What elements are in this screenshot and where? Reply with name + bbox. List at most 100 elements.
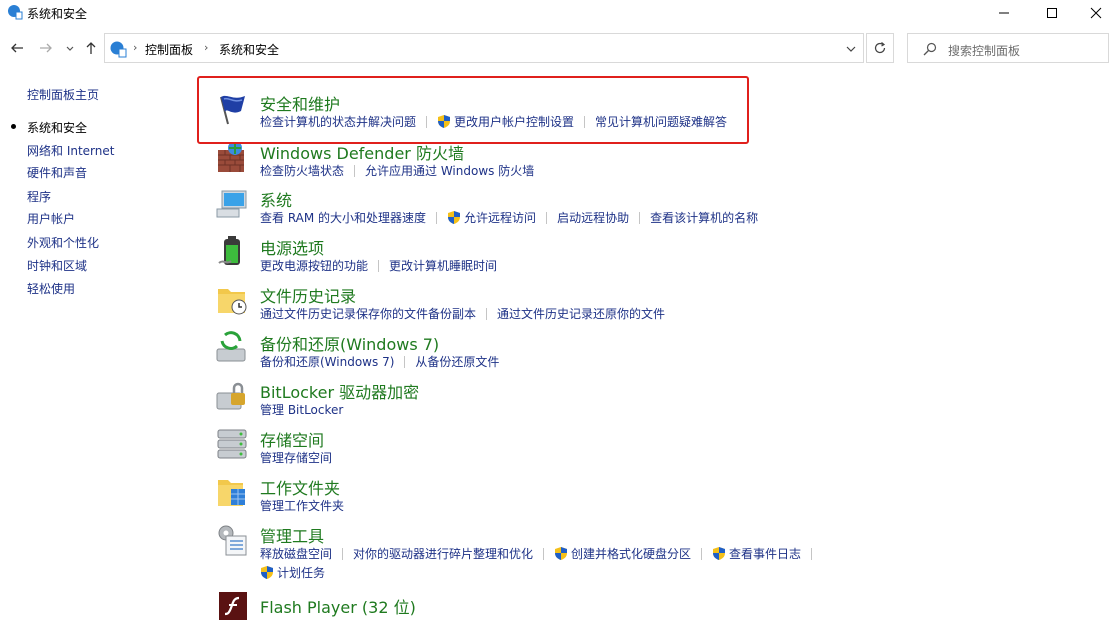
category-title[interactable]: Flash Player (32 位) xyxy=(260,594,416,618)
divider xyxy=(811,547,813,560)
address-bar[interactable]: › 控制面板 › 系统和安全 xyxy=(104,33,864,63)
chevron-right-icon: › xyxy=(133,41,138,54)
backup-restore-w7-link[interactable]: 备份和还原(Windows 7) xyxy=(260,353,394,370)
category-links: 管理存储空间 xyxy=(260,449,332,466)
category-title[interactable]: 备份和还原(Windows 7) xyxy=(260,331,439,355)
breadcrumb-system-security[interactable]: 系统和安全 xyxy=(219,41,279,58)
link-label: 计划任务 xyxy=(277,566,326,580)
nav-item-hardware-sound[interactable]: 硬件和声音 xyxy=(27,164,87,181)
allow-remote-access-link[interactable]: 允许远程访问 xyxy=(447,209,536,226)
nav-item-ease-of-access[interactable]: 轻松使用 xyxy=(27,280,75,297)
category-links: 通过文件历史记录保存你的文件备份副本 通过文件历史记录还原你的文件 xyxy=(260,305,665,322)
category-links: 管理 BitLocker xyxy=(260,401,343,418)
breadcrumb-control-panel[interactable]: 控制面板 xyxy=(145,41,193,58)
divider xyxy=(378,259,380,272)
title-bar: 系统和安全 xyxy=(0,0,1116,26)
category-title[interactable]: 电源选项 xyxy=(260,235,324,259)
window-title: 系统和安全 xyxy=(27,7,88,21)
manage-storage-spaces-link[interactable]: 管理存储空间 xyxy=(260,449,332,466)
divider xyxy=(404,355,406,368)
link-label: 允许远程访问 xyxy=(464,211,537,225)
close-icon xyxy=(1090,7,1102,19)
category-links-row2: 计划任务 xyxy=(260,564,325,581)
search-placeholder: 搜索控制面板 xyxy=(948,44,1021,58)
change-power-button-link[interactable]: 更改电源按钮的功能 xyxy=(260,257,368,274)
view-ram-processor-link[interactable]: 查看 RAM 的大小和处理器速度 xyxy=(260,209,426,226)
search-box[interactable]: 搜索控制面板 xyxy=(907,33,1109,63)
category-links: 查看 RAM 的大小和处理器速度 允许远程访问 启动远程协助 查看该计算机的名称 xyxy=(260,209,758,226)
defragment-drives-link[interactable]: 对你的驱动器进行碎片整理和优化 xyxy=(353,545,533,562)
up-button[interactable] xyxy=(81,38,101,58)
back-button[interactable] xyxy=(7,38,27,58)
maximize-button[interactable] xyxy=(1029,0,1075,26)
category-title[interactable]: 管理工具 xyxy=(260,523,324,547)
free-disk-space-link[interactable]: 释放磁盘空间 xyxy=(260,545,332,562)
uac-shield-icon xyxy=(438,115,451,128)
chevron-down-icon[interactable] xyxy=(843,41,859,57)
change-uac-settings-link[interactable]: 更改用户帐户控制设置 xyxy=(437,113,574,130)
minimize-button[interactable] xyxy=(981,0,1027,26)
nav-item-clock-region[interactable]: 时钟和区域 xyxy=(27,257,87,274)
control-panel-home-link[interactable]: 控制面板主页 xyxy=(27,86,99,103)
refresh-button[interactable] xyxy=(866,33,894,63)
backup-icon xyxy=(216,331,246,362)
search-icon xyxy=(923,42,937,56)
category-links: 检查计算机的状态并解决问题 更改用户帐户控制设置 常见计算机问题疑难解答 xyxy=(260,113,727,130)
save-backup-copies-link[interactable]: 通过文件历史记录保存你的文件备份副本 xyxy=(260,305,476,322)
up-arrow-icon xyxy=(86,42,96,54)
nav-item-appearance[interactable]: 外观和个性化 xyxy=(27,234,99,251)
check-firewall-status-link[interactable]: 检查防火墙状态 xyxy=(260,162,344,179)
category-title[interactable]: 文件历史记录 xyxy=(260,283,356,307)
launch-remote-assistance-link[interactable]: 启动远程协助 xyxy=(557,209,629,226)
divider xyxy=(436,211,438,224)
computer-icon xyxy=(216,190,247,218)
refresh-icon xyxy=(874,42,886,54)
category-title[interactable]: 存储空间 xyxy=(260,427,324,451)
category-title[interactable]: 系统 xyxy=(260,187,292,211)
file-history-icon xyxy=(218,289,247,315)
restore-from-backup-link[interactable]: 从备份还原文件 xyxy=(415,353,499,370)
chevron-right-icon[interactable]: › xyxy=(204,41,208,54)
allow-app-through-firewall-link[interactable]: 允许应用通过 Windows 防火墙 xyxy=(365,162,534,179)
category-links: 管理工作文件夹 xyxy=(260,497,344,514)
bitlocker-icon xyxy=(216,382,245,410)
schedule-tasks-link[interactable]: 计划任务 xyxy=(260,564,325,581)
view-computer-name-link[interactable]: 查看该计算机的名称 xyxy=(650,209,758,226)
uac-shield-icon xyxy=(448,211,461,224)
nav-item-user-accounts[interactable]: 用户帐户 xyxy=(27,210,75,227)
category-title[interactable]: 工作文件夹 xyxy=(260,475,340,499)
category-links: 更改电源按钮的功能 更改计算机睡眠时间 xyxy=(260,257,497,274)
uac-shield-icon xyxy=(713,547,726,560)
change-sleep-time-link[interactable]: 更改计算机睡眠时间 xyxy=(389,257,497,274)
work-folders-icon xyxy=(218,480,245,506)
create-format-partitions-link[interactable]: 创建并格式化硬盘分区 xyxy=(554,545,691,562)
admin-tools-icon xyxy=(218,525,247,556)
category-links: 备份和还原(Windows 7) 从备份还原文件 xyxy=(260,353,499,370)
nav-item-system-security[interactable]: 系统和安全 xyxy=(11,119,88,136)
forward-arrow-icon xyxy=(40,43,52,53)
category-title[interactable]: 安全和维护 xyxy=(260,91,340,115)
divider xyxy=(584,115,586,128)
forward-button[interactable] xyxy=(36,38,56,58)
chevron-down-icon xyxy=(66,46,74,51)
minimize-icon xyxy=(999,12,1009,14)
divider xyxy=(426,115,428,128)
maximize-icon xyxy=(1047,8,1057,18)
navigation-bar: › 控制面板 › 系统和安全 搜索控制面板 xyxy=(0,32,1116,64)
view-event-logs-link[interactable]: 查看事件日志 xyxy=(712,545,801,562)
manage-bitlocker-link[interactable]: 管理 BitLocker xyxy=(260,401,343,418)
close-button[interactable] xyxy=(1073,0,1116,26)
nav-item-programs[interactable]: 程序 xyxy=(27,188,51,205)
troubleshoot-link[interactable]: 常见计算机问题疑难解答 xyxy=(595,113,727,130)
category-title[interactable]: BitLocker 驱动器加密 xyxy=(260,379,419,403)
divider xyxy=(342,547,344,560)
link-label: 更改用户帐户控制设置 xyxy=(454,115,575,129)
recent-locations-button[interactable] xyxy=(60,38,80,58)
nav-item-network-internet[interactable]: 网络和 Internet xyxy=(27,142,114,159)
restore-files-link[interactable]: 通过文件历史记录还原你的文件 xyxy=(497,305,665,322)
check-computer-status-link[interactable]: 检查计算机的状态并解决问题 xyxy=(260,113,416,130)
nav-item-label: 系统和安全 xyxy=(27,121,88,135)
uac-shield-icon xyxy=(261,566,273,579)
flash-icon xyxy=(219,592,247,620)
manage-work-folders-link[interactable]: 管理工作文件夹 xyxy=(260,497,344,514)
